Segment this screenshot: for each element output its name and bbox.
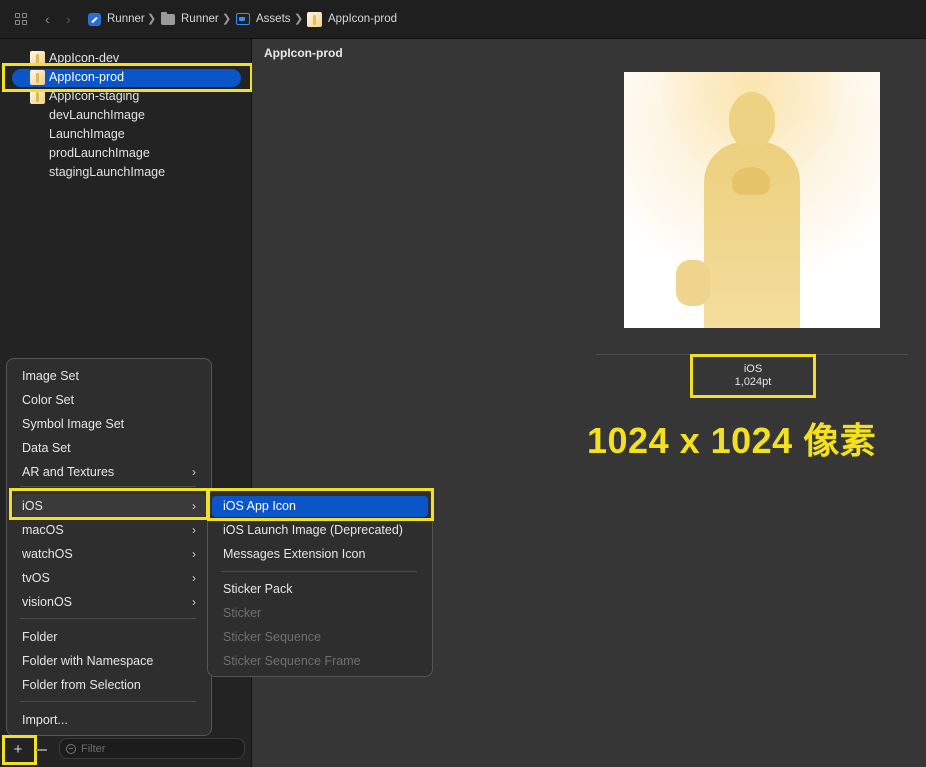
sidebar-item-launchimage[interactable]: LaunchImage	[49, 125, 125, 143]
menu-item-sticker-sequence-frame: Sticker Sequence Frame	[208, 651, 432, 671]
sidebar-item-appicon-dev[interactable]: AppIcon-dev	[30, 49, 119, 67]
menu-separator	[20, 701, 196, 702]
chevron-right-icon: ❯	[294, 13, 304, 25]
menu-item-symbol-image-set[interactable]: Symbol Image Set	[7, 414, 211, 434]
menu-item-watchos[interactable]: watchOS ›	[7, 544, 211, 564]
menu-item-ios-launch-image[interactable]: iOS Launch Image (Deprecated)	[208, 520, 432, 540]
menu-item-color-set[interactable]: Color Set	[7, 390, 211, 410]
menu-item-label: AR and Textures	[22, 465, 115, 479]
menu-item-label: Folder from Selection	[22, 678, 141, 692]
slot-size: 1,024pt	[734, 376, 772, 388]
size-annotation: 1024 x 1024 像素	[587, 420, 877, 461]
app-icon-thumbnail	[30, 69, 45, 85]
menu-item-folder-namespace[interactable]: Folder with Namespace	[7, 651, 211, 671]
chevron-right-icon: ›	[192, 523, 196, 537]
breadcrumb-item-project[interactable]: Runner	[88, 11, 145, 27]
menu-item-label: Folder with Namespace	[22, 654, 154, 668]
menu-item-label: tvOS	[22, 571, 50, 585]
sidebar-item-label: AppIcon-staging	[49, 89, 140, 103]
forward-arrow-icon[interactable]: ›	[66, 11, 71, 27]
menu-item-messages-extension-icon[interactable]: Messages Extension Icon	[208, 544, 432, 564]
menu-item-label: visionOS	[22, 595, 73, 609]
menu-item-label: iOS App Icon	[223, 499, 296, 513]
menu-item-ios-app-icon[interactable]: iOS App Icon	[208, 496, 432, 516]
app-icon-thumbnail	[30, 50, 45, 66]
menu-item-label: Sticker	[223, 606, 262, 620]
menu-item-visionos[interactable]: visionOS ›	[7, 592, 211, 612]
chevron-right-icon: ❯	[147, 13, 157, 25]
sidebar-item-label: AppIcon-prod	[49, 70, 125, 84]
breadcrumb-label: Runner	[107, 13, 145, 25]
folder-icon	[161, 11, 175, 25]
menu-separator	[20, 618, 196, 619]
menu-item-label: Messages Extension Icon	[223, 547, 366, 561]
menu-item-import[interactable]: Import...	[7, 710, 211, 730]
app-icon-thumbnail	[307, 11, 322, 27]
sidebar-item-label: AppIcon-dev	[49, 51, 120, 65]
menu-item-label: Sticker Sequence	[223, 630, 321, 644]
menu-item-image-set[interactable]: Image Set	[7, 366, 211, 386]
menu-item-label: Color Set	[22, 393, 75, 407]
asset-catalog-icon	[236, 13, 250, 25]
menu-item-label: watchOS	[22, 547, 73, 561]
chevron-right-icon: ❯	[222, 13, 232, 25]
sidebar-item-label: devLaunchImage	[49, 108, 145, 122]
menu-item-ios[interactable]: iOS ›	[7, 496, 211, 516]
sidebar-item-appicon-staging[interactable]: AppIcon-staging	[30, 87, 139, 105]
breadcrumb-label: Runner	[181, 13, 219, 25]
menu-item-sticker: Sticker	[208, 603, 432, 623]
app-icon-thumbnail	[30, 88, 45, 104]
menu-item-label: Data Set	[22, 441, 71, 455]
menu-item-label: Import...	[22, 713, 68, 727]
menu-item-label: Image Set	[22, 369, 79, 383]
sidebar-item-label: LaunchImage	[49, 127, 125, 141]
slot-platform: iOS	[743, 363, 763, 375]
top-bar: ‹ › Runner ❯ Runner ❯ Assets ❯ AppIcon-p…	[0, 0, 926, 39]
filter-icon	[66, 743, 76, 754]
menu-item-folder-selection[interactable]: Folder from Selection	[7, 675, 211, 695]
menu-item-sticker-pack[interactable]: Sticker Pack	[208, 579, 432, 599]
sidebar-item-appicon-prod[interactable]: AppIcon-prod	[30, 68, 124, 86]
sidebar-item-label: prodLaunchImage	[49, 146, 150, 160]
menu-item-label: Symbol Image Set	[22, 417, 125, 431]
filter-field[interactable]	[59, 738, 245, 759]
icon-slot-label: iOS 1,024pt	[690, 355, 816, 398]
breadcrumb-item-appicon[interactable]: AppIcon-prod	[307, 11, 397, 27]
menu-item-folder[interactable]: Folder	[7, 627, 211, 647]
filter-input[interactable]	[81, 742, 231, 755]
menu-item-label: iOS Launch Image (Deprecated)	[223, 523, 403, 537]
menu-item-sticker-sequence: Sticker Sequence	[208, 627, 432, 647]
breadcrumb-item-folder[interactable]: Runner	[161, 11, 219, 27]
chevron-right-icon: ›	[192, 547, 196, 561]
add-asset-button[interactable]: +	[10, 742, 26, 758]
chevron-right-icon: ›	[192, 571, 196, 585]
menu-item-label: macOS	[22, 523, 64, 537]
sidebar-item-label: stagingLaunchImage	[49, 165, 166, 179]
breadcrumb-label: AppIcon-prod	[328, 13, 398, 25]
asset-title: AppIcon-prod	[264, 46, 343, 60]
app-icon	[88, 12, 101, 26]
menu-item-label: iOS	[22, 499, 43, 513]
menu-item-label: Sticker Pack	[223, 582, 293, 596]
back-arrow-icon[interactable]: ‹	[45, 11, 50, 27]
app-icon-image[interactable]	[624, 72, 880, 328]
grid-icon[interactable]	[15, 13, 28, 26]
sidebar-item-staginglaunchimage[interactable]: stagingLaunchImage	[49, 163, 165, 181]
menu-item-data-set[interactable]: Data Set	[7, 438, 211, 458]
menu-item-label: Sticker Sequence Frame	[223, 654, 361, 668]
remove-asset-button[interactable]	[36, 749, 47, 751]
breadcrumb-item-assets[interactable]: Assets	[236, 11, 291, 27]
sidebar-item-prodlaunchimage[interactable]: prodLaunchImage	[49, 144, 150, 162]
chevron-right-icon: ›	[192, 595, 196, 609]
menu-separator	[20, 486, 196, 487]
breadcrumb-label: Assets	[256, 13, 291, 25]
chevron-right-icon: ›	[192, 499, 196, 513]
chevron-right-icon: ›	[192, 465, 196, 479]
menu-item-tvos[interactable]: tvOS ›	[7, 568, 211, 588]
menu-item-macos[interactable]: macOS ›	[7, 520, 211, 540]
menu-item-label: Folder	[22, 630, 58, 644]
sidebar-item-devlaunchimage[interactable]: devLaunchImage	[49, 106, 145, 124]
menu-separator	[221, 571, 417, 572]
menu-item-ar-textures[interactable]: AR and Textures ›	[7, 462, 211, 482]
